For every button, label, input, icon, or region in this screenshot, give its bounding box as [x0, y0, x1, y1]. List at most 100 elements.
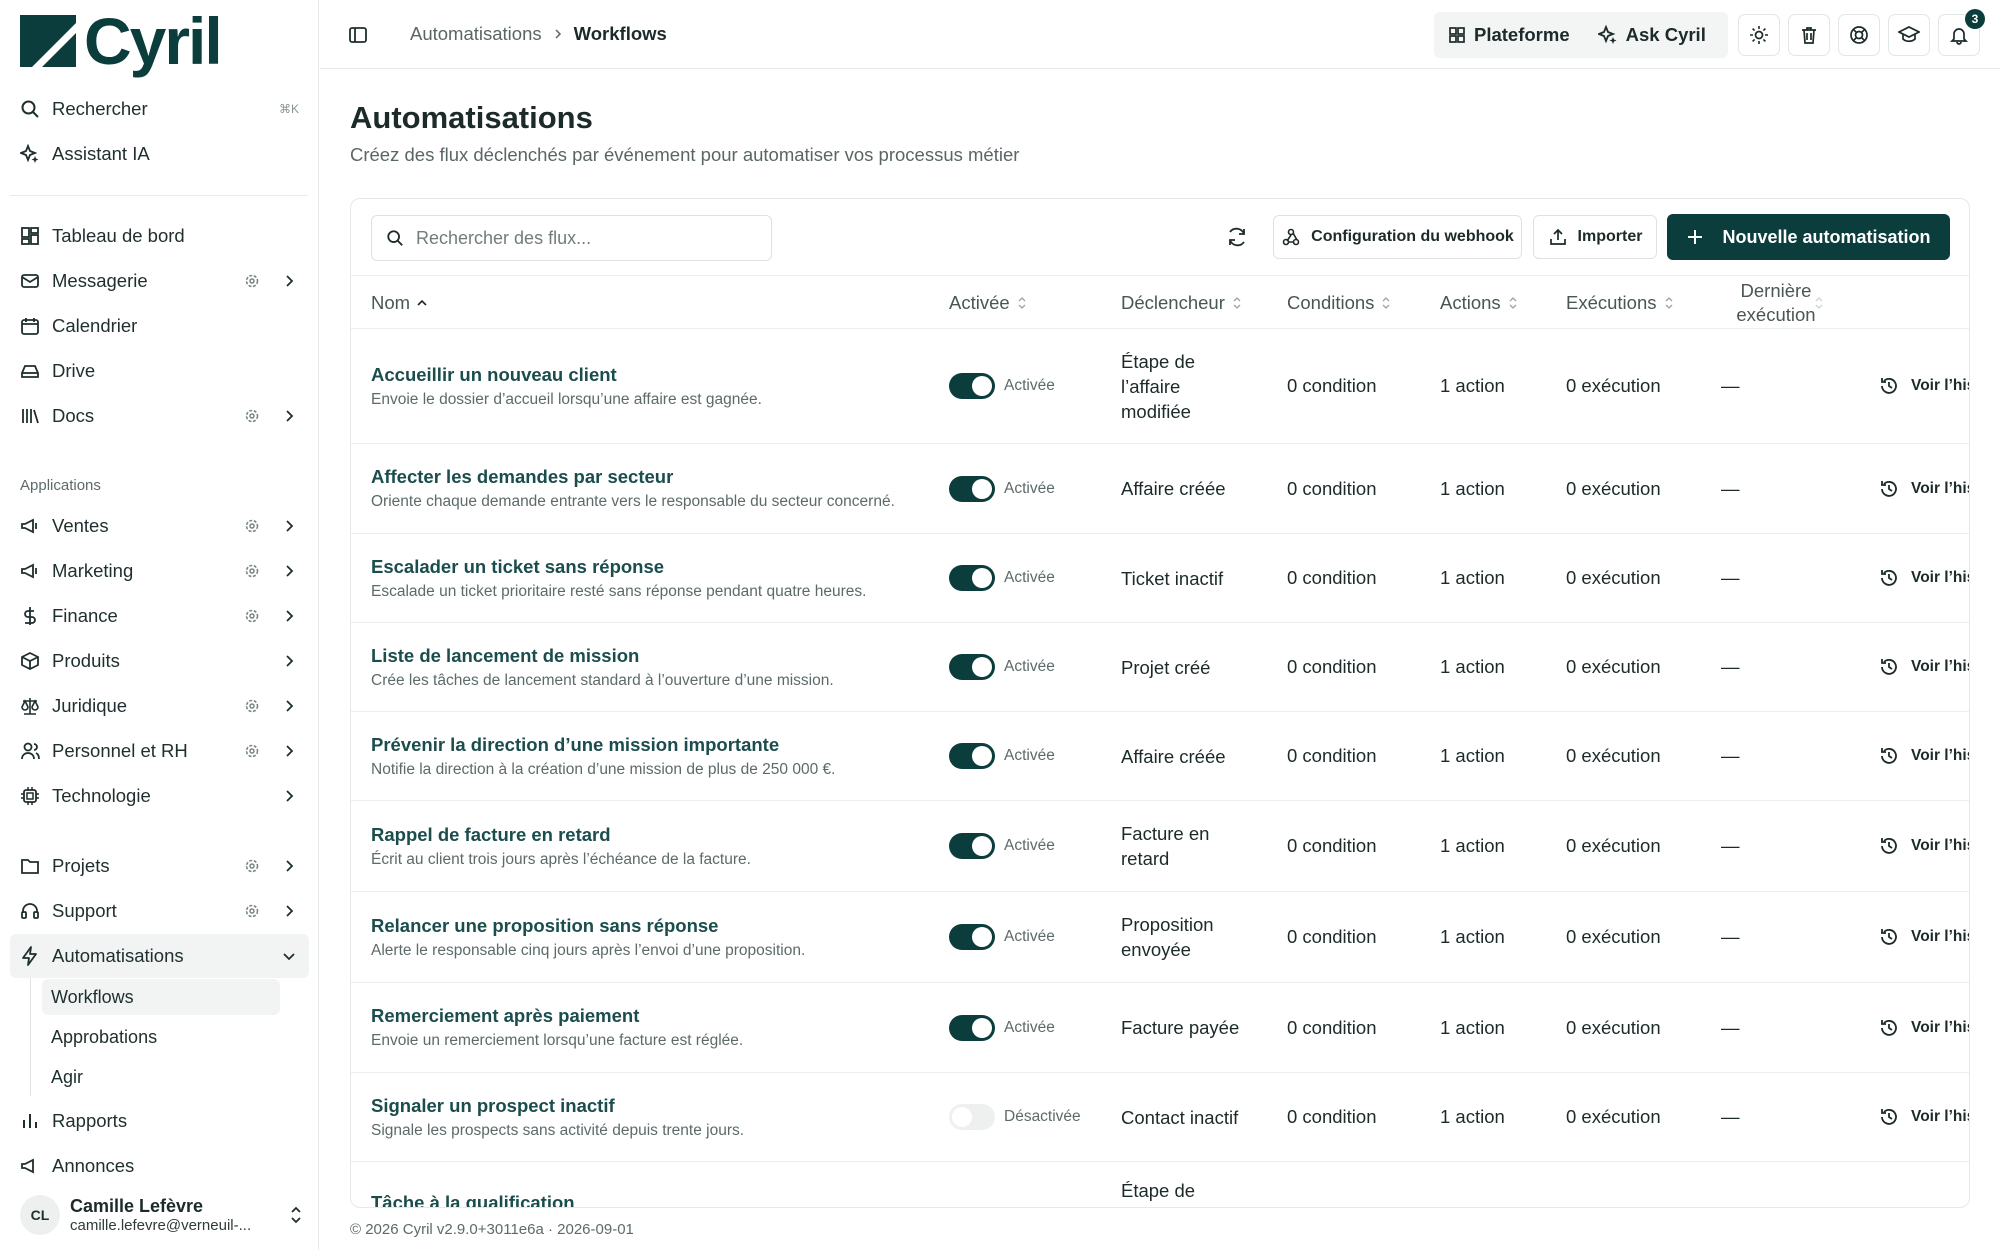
workflow-name-link[interactable]: Liste de lancement de mission	[371, 645, 639, 667]
workflow-name-link[interactable]: Escalader un ticket sans réponse	[371, 556, 664, 578]
enabled-toggle[interactable]	[949, 743, 995, 769]
sidebar-item-marketing[interactable]: Marketing	[10, 549, 309, 593]
sidebar-item-ventes[interactable]: Ventes	[10, 504, 309, 548]
history-button[interactable]: Voir l’his	[1879, 444, 1969, 533]
workflow-name-link[interactable]: Tâche à la qualification	[371, 1192, 575, 1207]
academy-button[interactable]	[1888, 14, 1930, 56]
search-input[interactable]	[416, 227, 746, 249]
chevron-right-icon[interactable]	[281, 273, 297, 289]
breadcrumb-item[interactable]: Automatisations	[410, 23, 542, 45]
table-row[interactable]: Tâche à la qualification Étape de	[351, 1162, 1969, 1207]
enabled-toggle[interactable]	[949, 924, 995, 950]
sidebar-subitem-workflows[interactable]: Workflows	[42, 979, 280, 1015]
sidebar-item-produits[interactable]: Produits	[10, 639, 309, 683]
sidebar-item-calendrier[interactable]: Calendrier	[10, 304, 309, 348]
column-header-enabled[interactable]: Activée	[949, 276, 1028, 330]
history-button[interactable]: Voir l’his	[1879, 892, 1969, 982]
search-box[interactable]	[371, 215, 772, 261]
column-header-conditions[interactable]: Conditions	[1287, 276, 1392, 330]
sidebar-item-technologie[interactable]: Technologie	[10, 774, 309, 818]
column-header-trigger[interactable]: Déclencheur	[1121, 276, 1243, 330]
gear-icon[interactable]	[243, 742, 261, 760]
sidebar-item-docs[interactable]: Docs	[10, 394, 309, 438]
help-button[interactable]	[1838, 14, 1880, 56]
sidebar-item-juridique[interactable]: Juridique	[10, 684, 309, 728]
enabled-toggle[interactable]	[949, 373, 995, 399]
enabled-toggle[interactable]	[949, 833, 995, 859]
theme-toggle-button[interactable]	[1738, 14, 1780, 56]
table-row[interactable]: Affecter les demandes par secteur Oriente…	[351, 444, 1969, 534]
table-row[interactable]: Rappel de facture en retard Écrit au clie…	[351, 801, 1969, 892]
gear-icon[interactable]	[243, 562, 261, 580]
enabled-toggle[interactable]	[949, 565, 995, 591]
history-button[interactable]: Voir l’his	[1879, 1073, 1969, 1161]
enabled-toggle[interactable]	[949, 1014, 995, 1041]
sidebar-item-messagerie[interactable]: Messagerie	[10, 259, 309, 303]
sidebar-item-dashboard[interactable]: Tableau de bord	[10, 214, 309, 258]
sidebar-item-assistant[interactable]: Assistant IA	[10, 132, 309, 176]
workflow-name-link[interactable]: Prévenir la direction d’une mission impo…	[371, 734, 779, 756]
import-button[interactable]: Importer	[1533, 215, 1657, 259]
sidebar-search[interactable]: Rechercher ⌘K	[10, 87, 309, 131]
gear-icon[interactable]	[243, 697, 261, 715]
table-row[interactable]: Signaler un prospect inactif Signale les …	[351, 1073, 1969, 1162]
workflow-name-link[interactable]: Remerciement après paiement	[371, 1005, 639, 1027]
sidebar-subitem-approbations[interactable]: Approbations	[42, 1019, 280, 1055]
chevron-right-icon[interactable]	[281, 608, 297, 624]
gear-icon[interactable]	[243, 857, 261, 875]
chevron-right-icon[interactable]	[281, 518, 297, 534]
enabled-toggle[interactable]	[949, 654, 995, 680]
gear-icon[interactable]	[243, 902, 261, 920]
user-menu[interactable]: CL Camille Lefèvre camille.lefevre@verne…	[0, 1180, 318, 1250]
sidebar-item-drive[interactable]: Drive	[10, 349, 309, 393]
workflow-name-link[interactable]: Rappel de facture en retard	[371, 824, 611, 846]
sidebar-item-automatisations[interactable]: Automatisations	[10, 934, 309, 978]
column-header-executions[interactable]: Exécutions	[1566, 276, 1675, 330]
sidebar-item-projets[interactable]: Projets	[10, 844, 309, 888]
chevron-right-icon[interactable]	[281, 903, 297, 919]
logo[interactable]: Cyril	[20, 8, 223, 74]
history-button[interactable]: Voir l’his	[1879, 712, 1969, 800]
webhook-config-button[interactable]: Configuration du webhook	[1273, 215, 1522, 259]
chevron-right-icon[interactable]	[281, 743, 297, 759]
workflow-name-link[interactable]: Accueillir un nouveau client	[371, 364, 617, 386]
refresh-button[interactable]	[1222, 222, 1252, 252]
chevron-right-icon[interactable]	[281, 698, 297, 714]
column-header-name[interactable]: Nom	[371, 276, 428, 330]
sidebar-item-rapports[interactable]: Rapports	[10, 1099, 309, 1143]
history-button[interactable]: Voir l’his	[1879, 623, 1969, 711]
chevron-down-icon[interactable]	[281, 948, 297, 964]
chevron-right-icon[interactable]	[281, 788, 297, 804]
workflow-name-link[interactable]: Affecter les demandes par secteur	[371, 466, 673, 488]
enabled-toggle[interactable]	[949, 475, 995, 502]
workflow-name-link[interactable]: Signaler un prospect inactif	[371, 1095, 615, 1117]
history-button[interactable]: Voir l’his	[1879, 329, 1969, 443]
table-row[interactable]: Accueillir un nouveau client Envoie le do…	[351, 329, 1969, 444]
platform-button[interactable]: Plateforme	[1434, 24, 1584, 46]
sidebar-item-rh[interactable]: Personnel et RH	[10, 729, 309, 773]
gear-icon[interactable]	[243, 272, 261, 290]
table-row[interactable]: Remerciement après paiement Envoie un rem…	[351, 983, 1969, 1073]
history-button[interactable]: Voir l’his	[1879, 801, 1969, 891]
chevron-right-icon[interactable]	[281, 653, 297, 669]
table-row[interactable]: Prévenir la direction d’une mission impo…	[351, 712, 1969, 801]
notifications-button[interactable]: 3	[1938, 9, 1985, 56]
history-button[interactable]: Voir l’his	[1879, 983, 1969, 1072]
table-row[interactable]: Liste de lancement de mission Crée les tâ…	[351, 623, 1969, 712]
gear-icon[interactable]	[243, 517, 261, 535]
sidebar-item-finance[interactable]: Finance	[10, 594, 309, 638]
new-automation-button[interactable]: Nouvelle automatisation	[1667, 214, 1950, 260]
history-button[interactable]: Voir l’his	[1879, 534, 1969, 622]
chevron-right-icon[interactable]	[281, 563, 297, 579]
trash-button[interactable]	[1788, 14, 1830, 56]
sidebar-toggle-icon[interactable]	[348, 25, 368, 45]
gear-icon[interactable]	[243, 607, 261, 625]
chevron-right-icon[interactable]	[281, 408, 297, 424]
table-row[interactable]: Relancer une proposition sans réponse Ale…	[351, 892, 1969, 983]
chevrons-up-down-icon[interactable]	[288, 1205, 304, 1225]
table-row[interactable]: Escalader un ticket sans réponse Escalade…	[351, 534, 1969, 623]
ask-cyril-button[interactable]: Ask Cyril	[1584, 24, 1720, 46]
chevron-right-icon[interactable]	[281, 858, 297, 874]
column-header-actions[interactable]: Actions	[1440, 276, 1519, 330]
workflow-name-link[interactable]: Relancer une proposition sans réponse	[371, 915, 718, 937]
